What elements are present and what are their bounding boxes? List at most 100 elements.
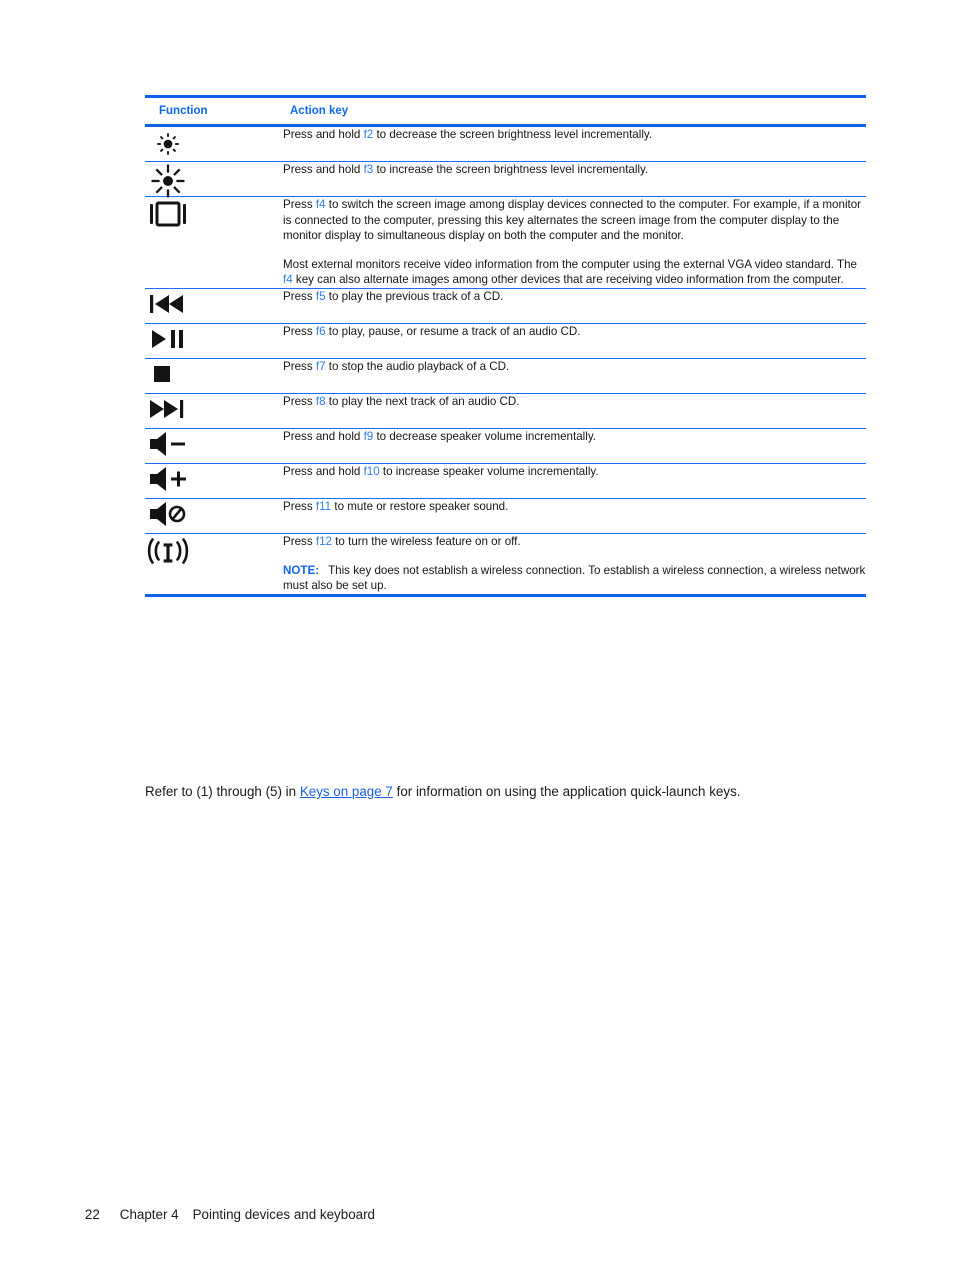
function-key-label: f9 (363, 429, 374, 443)
description-text: to mute or restore speaker sound. (331, 499, 509, 513)
play-pause-icon (145, 324, 191, 358)
action-key-description-cell: Press f5 to play the previous track of a… (283, 288, 866, 324)
wireless-icon (145, 534, 191, 568)
document-page: Function Action key Press and hold f2 to… (0, 0, 954, 1270)
action-keys-table: Function Action key Press and hold f2 to… (145, 95, 866, 597)
description-text: to increase speaker volume incrementally… (379, 464, 599, 478)
function-key-label: f8 (315, 394, 326, 408)
action-key-description-cell: Press f12 to turn the wireless feature o… (283, 533, 866, 597)
description-paragraph: Press f11 to mute or restore speaker sou… (283, 499, 866, 515)
volume-down-icon (145, 429, 191, 463)
description-text: to decrease speaker volume incrementally… (373, 429, 596, 443)
function-icon-cell (145, 125, 283, 162)
description-paragraph: Press f5 to play the previous track of a… (283, 289, 866, 305)
column-header-action-key: Action key (283, 95, 866, 127)
description-text: to play, pause, or resume a track of an … (325, 324, 581, 338)
table-row: Press f12 to turn the wireless feature o… (145, 533, 866, 597)
function-key-label: f6 (315, 324, 326, 338)
description-paragraph: Press and hold f10 to increase speaker v… (283, 464, 866, 480)
action-key-description-cell: Press f4 to switch the screen image amon… (283, 196, 866, 289)
volume-up-icon (145, 464, 191, 498)
keys-on-page-link[interactable]: Keys on page 7 (300, 784, 393, 799)
function-key-label: f11 (315, 499, 332, 513)
brightness-up-icon (145, 162, 191, 198)
table-row: Press f11 to mute or restore speaker sou… (145, 498, 866, 534)
function-icon-cell (145, 196, 283, 289)
refer-text-before: Refer to (1) through (5) in (145, 784, 300, 799)
description-text: Most external monitors receive video inf… (283, 257, 857, 271)
table-body: Press and hold f2 to decrease the screen… (145, 125, 866, 597)
action-key-description-cell: Press f6 to play, pause, or resume a tra… (283, 323, 866, 359)
description-paragraph: Most external monitors receive video inf… (283, 257, 866, 288)
function-key-label: f10 (363, 464, 380, 478)
stop-icon (145, 359, 191, 393)
table-row: Press f7 to stop the audio playback of a… (145, 358, 866, 394)
description-text: Press and hold (283, 163, 364, 176)
footer-page-number: 22 (84, 1207, 100, 1222)
description-paragraph: Press and hold f2 to decrease the screen… (283, 127, 866, 143)
description-text: Press (283, 289, 316, 303)
table-row: Press f8 to play the next track of an au… (145, 393, 866, 429)
description-paragraph: NOTE: This key does not establish a wirel… (283, 563, 866, 594)
function-key-label: f12 (315, 534, 332, 548)
function-icon-cell (145, 498, 283, 534)
description-text: to play the previous track of a CD. (325, 289, 504, 303)
description-paragraph: Press f12 to turn the wireless feature o… (283, 534, 866, 550)
function-key-label: f4 (315, 198, 326, 211)
table-row: Press f4 to switch the screen image amon… (145, 196, 866, 289)
action-key-description-cell: Press f11 to mute or restore speaker sou… (283, 498, 866, 534)
function-key-label: f5 (315, 289, 326, 303)
description-text: to decrease the screen brightness level … (373, 128, 653, 141)
table-row: Press f6 to play, pause, or resume a tra… (145, 323, 866, 359)
description-paragraph: Press f7 to stop the audio playback of a… (283, 359, 866, 375)
description-text: Press and hold (283, 128, 364, 141)
next-track-icon (145, 394, 191, 428)
description-text: Press (283, 394, 316, 408)
action-key-description-cell: Press and hold f3 to increase the screen… (283, 161, 866, 197)
table-row: Press and hold f3 to increase the screen… (145, 161, 866, 198)
description-text: Press and hold (283, 429, 364, 443)
function-key-label: f3 (363, 163, 374, 176)
action-key-description-cell: Press f8 to play the next track of an au… (283, 393, 866, 429)
function-key-label: f7 (315, 359, 326, 373)
action-key-description-cell: Press and hold f2 to decrease the screen… (283, 125, 866, 162)
note-label: NOTE: (283, 563, 320, 577)
table-row: Press and hold f9 to decrease speaker vo… (145, 428, 866, 464)
action-key-description-cell: Press and hold f10 to increase speaker v… (283, 463, 866, 499)
description-text: Press (283, 324, 316, 338)
footer-title: Pointing devices and keyboard (192, 1207, 375, 1222)
table-row: Press f5 to play the previous track of a… (145, 288, 866, 324)
description-paragraph: Press f8 to play the next track of an au… (283, 394, 866, 410)
function-icon-cell (145, 463, 283, 499)
description-text: to play the next track of an audio CD. (325, 394, 520, 408)
description-text: Press and hold (283, 464, 364, 478)
brightness-down-icon (145, 127, 191, 161)
table-header: Function Action key (145, 95, 866, 127)
description-text: Press (283, 534, 316, 548)
function-icon-cell (145, 288, 283, 324)
description-text: key can also alternate images among othe… (292, 273, 844, 287)
refer-text-after: for information on using the application… (392, 784, 741, 799)
refer-paragraph: Refer to (1) through (5) in Keys on page… (145, 782, 905, 801)
description-paragraph: Press and hold f3 to increase the screen… (283, 162, 866, 178)
previous-track-icon (145, 289, 191, 323)
switch-display-icon (145, 197, 191, 231)
action-key-description-cell: Press and hold f9 to decrease speaker vo… (283, 428, 866, 464)
action-key-description-cell: Press f7 to stop the audio playback of a… (283, 358, 866, 394)
description-text: Press (283, 198, 316, 211)
table-header-row: Function Action key (145, 95, 866, 127)
description-text: Press (283, 359, 316, 373)
description-text: to stop the audio playback of a CD. (325, 359, 510, 373)
function-key-label: f4 (283, 273, 293, 287)
description-paragraph: Press and hold f9 to decrease speaker vo… (283, 429, 866, 445)
volume-mute-icon (145, 499, 191, 533)
description-text: to increase the screen brightness level … (373, 163, 649, 176)
description-text: This key does not establish a wireless c… (283, 563, 866, 593)
footer-chapter: Chapter 4 (119, 1207, 179, 1222)
function-icon-cell (145, 358, 283, 394)
description-text: Press (283, 499, 316, 513)
function-icon-cell (145, 428, 283, 464)
column-header-function: Function (145, 95, 283, 127)
table-row: Press and hold f2 to decrease the screen… (145, 125, 866, 162)
table-row: Press and hold f10 to increase speaker v… (145, 463, 866, 499)
